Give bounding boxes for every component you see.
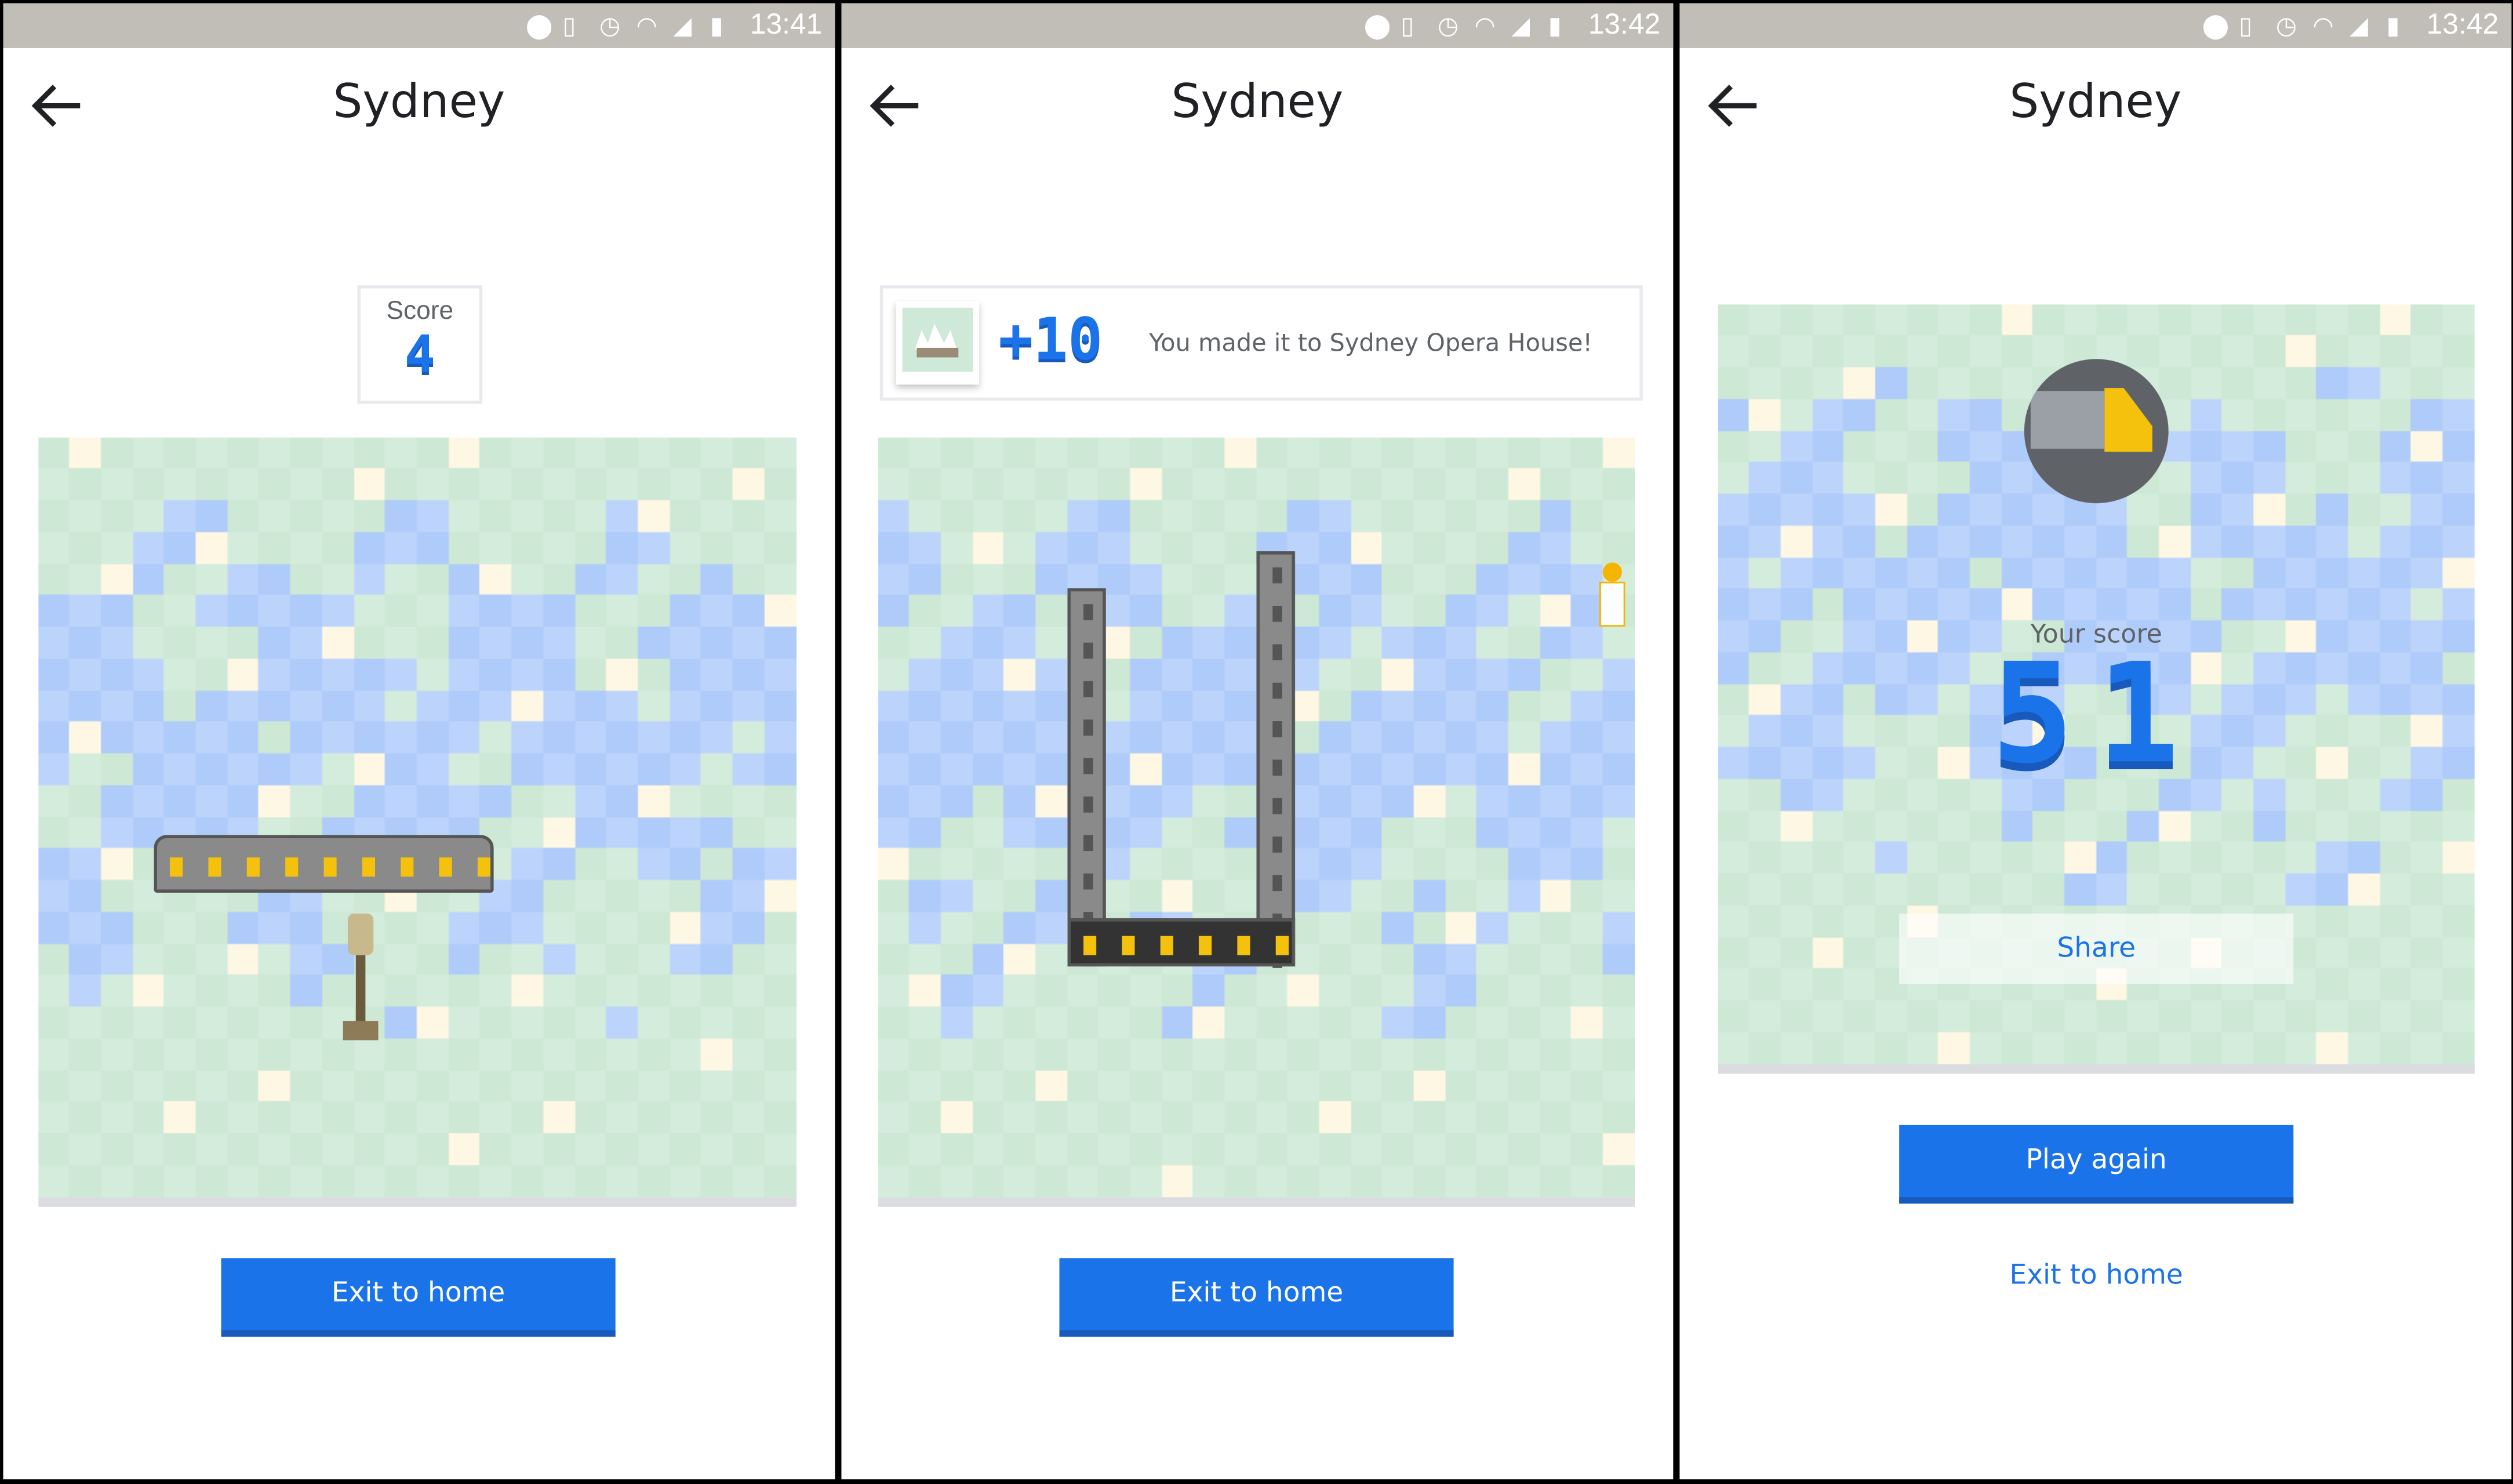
page-title: Sydney <box>1171 74 1344 129</box>
status-icons: ⬤ ▯ ◷ ◠ ◢ ▮ <box>525 11 733 41</box>
status-time: 13:42 <box>2426 8 2499 41</box>
alarm-icon: ◷ <box>1437 13 1459 41</box>
train-window <box>1272 721 1282 737</box>
train-window <box>1160 936 1173 955</box>
train-window <box>477 857 490 877</box>
page-title: Sydney <box>333 74 505 129</box>
train-window <box>1083 835 1093 852</box>
train-avatar <box>2024 359 2169 504</box>
game-over-board: Your score 51 Share <box>1718 304 2475 1074</box>
exit-to-home-button[interactable]: Exit to home <box>1059 1258 1454 1337</box>
share-button[interactable]: Share <box>1899 913 2294 984</box>
location-icon: ⬤ <box>2202 13 2230 41</box>
panel-landmark: ⬤ ▯ ◷ ◠ ◢ ▮ 13:42 Sydney +10 You made it to S… <box>841 3 1674 1479</box>
train-window <box>1237 936 1250 955</box>
opera-house-icon <box>915 323 959 358</box>
map-canvas <box>38 437 797 1198</box>
train-window <box>1272 798 1282 814</box>
wifi-icon: ◠ <box>2312 13 2334 41</box>
landmark-banner: +10 You made it to Sydney Opera House! <box>879 285 1643 401</box>
opera-house-thumbnail <box>896 301 980 385</box>
train-window <box>1083 758 1093 774</box>
exit-to-home-link[interactable]: Exit to home <box>1899 1260 2293 1292</box>
train-window <box>246 857 260 877</box>
train-window <box>1272 682 1282 699</box>
train-window <box>1275 936 1289 955</box>
train-window <box>1122 936 1135 955</box>
score-box: Score 4 <box>357 285 483 404</box>
train-window <box>1272 759 1282 776</box>
lamp-post-top <box>347 913 374 955</box>
train-car-icon <box>2030 391 2105 449</box>
battery-icon: ▮ <box>2386 13 2400 41</box>
train-window <box>1083 796 1093 813</box>
vibrate-icon: ▯ <box>562 13 576 41</box>
train-engine-icon <box>2104 388 2152 452</box>
train-window <box>1083 681 1093 697</box>
train-window <box>1272 875 1282 892</box>
final-score-value: 51 <box>1991 634 2202 795</box>
panel-playing: ⬤ ▯ ◷ ◠ ◢ ▮ 13:41 Sydney Score 4 Exit to home <box>3 3 835 1479</box>
score-label: Score <box>386 298 454 326</box>
train-window <box>1272 644 1282 661</box>
wifi-icon: ◠ <box>1474 13 1496 41</box>
exit-to-home-button[interactable]: Exit to home <box>221 1258 616 1337</box>
snake-train-bottom <box>1067 918 1295 967</box>
train-window <box>1083 604 1093 620</box>
status-icons: ⬤ ▯ ◷ ◠ ◢ ▮ <box>2202 11 2409 41</box>
train-window <box>401 857 414 877</box>
train-window <box>1083 719 1093 736</box>
train-window <box>285 857 299 877</box>
passenger-head <box>1602 562 1622 582</box>
stage: ⬤ ▯ ◷ ◠ ◢ ▮ 13:41 Sydney Score 4 Exit to home… <box>0 0 2513 1484</box>
train-window <box>323 857 337 877</box>
status-time: 13:41 <box>750 8 823 41</box>
vibrate-icon: ▯ <box>2239 13 2253 41</box>
status-bar: ⬤ ▯ ◷ ◠ ◢ ▮ 13:42 <box>1679 3 2512 48</box>
train-window <box>362 857 375 877</box>
train-window <box>208 857 221 877</box>
points-earned: +10 <box>998 307 1103 374</box>
signal-icon: ◢ <box>1511 13 1530 41</box>
snake-train-left <box>1067 588 1106 967</box>
train-window <box>1083 642 1093 659</box>
passenger-icon <box>1599 581 1625 627</box>
score-value: 4 <box>404 323 435 385</box>
alarm-icon: ◷ <box>599 13 621 41</box>
status-bar: ⬤ ▯ ◷ ◠ ◢ ▮ 13:42 <box>841 3 1674 48</box>
play-again-button[interactable]: Play again <box>1899 1125 2294 1204</box>
signal-icon: ◢ <box>2350 13 2368 41</box>
page-title: Sydney <box>2009 74 2182 129</box>
train-window <box>1083 936 1097 955</box>
location-icon: ⬤ <box>1363 13 1391 41</box>
train-window <box>1198 936 1212 955</box>
location-icon: ⬤ <box>525 13 553 41</box>
snake-train <box>154 835 494 893</box>
train-window <box>1272 606 1282 622</box>
train-window <box>1083 873 1093 890</box>
status-icons: ⬤ ▯ ◷ ◠ ◢ ▮ <box>1363 11 1571 41</box>
wifi-icon: ◠ <box>636 13 657 41</box>
train-window <box>1272 567 1282 584</box>
landmark-message: You made it to Sydney Opera House! <box>1149 328 1592 358</box>
game-board[interactable] <box>38 437 797 1207</box>
snake-train-right <box>1256 551 1295 968</box>
train-window <box>1272 836 1282 853</box>
train-window <box>439 857 452 877</box>
panel-game-over: ⬤ ▯ ◷ ◠ ◢ ▮ 13:42 Sydney Your score 51 Share … <box>1679 3 2512 1479</box>
game-board[interactable] <box>878 437 1635 1207</box>
alarm-icon: ◷ <box>2275 13 2297 41</box>
battery-icon: ▮ <box>710 13 723 41</box>
lamp-post-base <box>343 1021 379 1041</box>
train-window <box>170 857 183 877</box>
battery-icon: ▮ <box>1548 13 1562 41</box>
status-time: 13:42 <box>1588 8 1661 41</box>
vibrate-icon: ▯ <box>1401 13 1414 41</box>
signal-icon: ◢ <box>673 13 692 41</box>
status-bar: ⬤ ▯ ◷ ◠ ◢ ▮ 13:41 <box>3 3 835 48</box>
